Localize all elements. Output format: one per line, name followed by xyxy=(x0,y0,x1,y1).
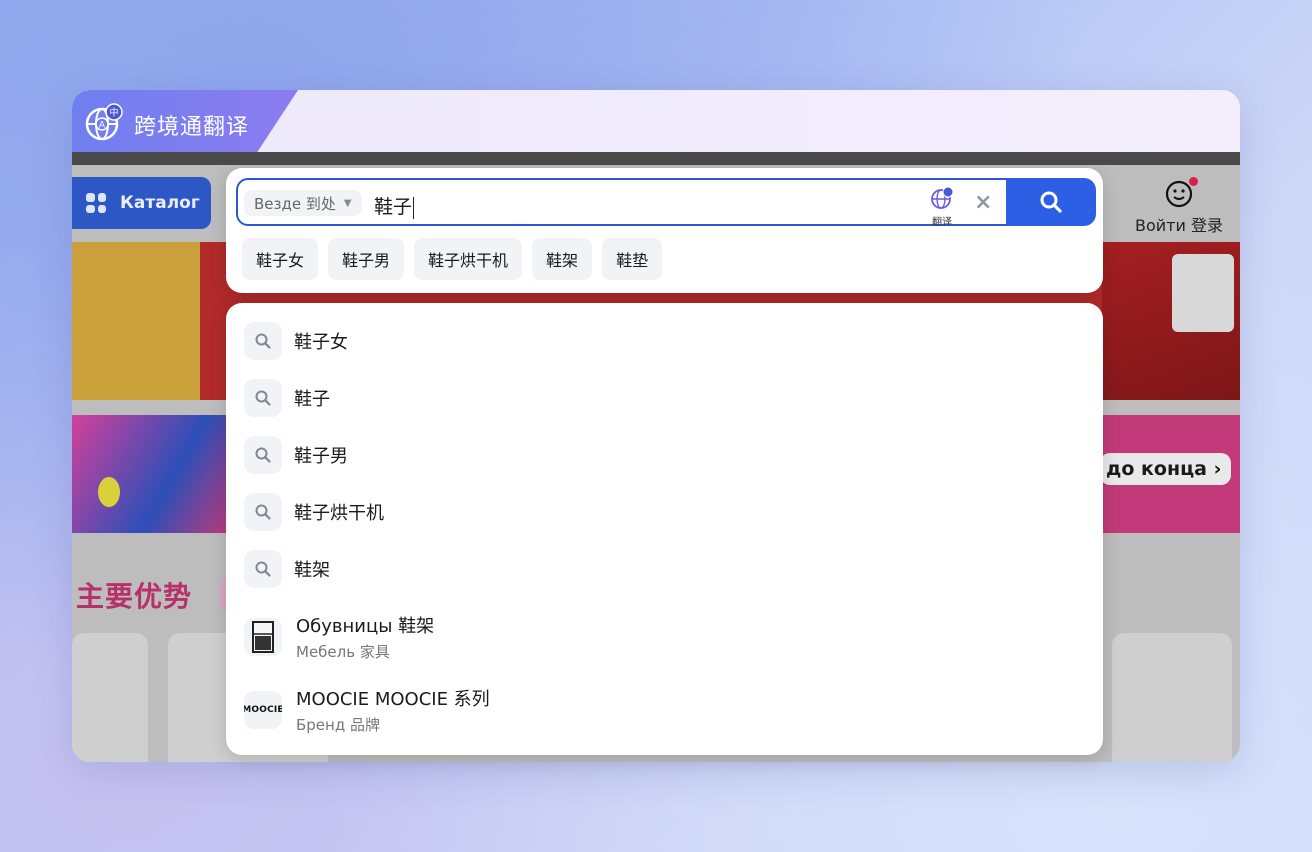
suggestion-subtitle: Мебель 家具 xyxy=(296,643,390,661)
scope-label: Везде 到处 xyxy=(254,194,336,213)
brand-logo: MOOCIE xyxy=(244,691,282,729)
search-icon xyxy=(244,493,282,531)
search-chip[interactable]: 鞋子男 xyxy=(328,238,405,280)
suggestion-item[interactable]: 鞋子 xyxy=(244,378,330,418)
product-card[interactable] xyxy=(72,633,148,762)
suggestion-text: 鞋子女 xyxy=(294,332,348,353)
banner-cta[interactable]: до конца › xyxy=(1100,453,1232,485)
smiley-icon xyxy=(1164,177,1198,209)
search-button[interactable] xyxy=(1006,178,1096,226)
product-card[interactable] xyxy=(1112,633,1232,762)
plugin-title: 跨境通翻译 xyxy=(134,115,250,140)
catalog-label: Каталог xyxy=(120,193,200,213)
svg-text:中: 中 xyxy=(109,107,118,119)
shoe-rack-thumbnail xyxy=(244,618,282,656)
brand-logo-text: MOOCIE xyxy=(244,705,282,715)
suggestion-item[interactable]: 鞋子烘干机 xyxy=(244,492,384,532)
suggestion-text: 鞋子男 xyxy=(294,446,348,467)
browser-toolbar-strip xyxy=(72,152,1240,165)
search-chip[interactable]: 鞋子烘干机 xyxy=(414,238,523,280)
svg-text:A: A xyxy=(99,121,106,131)
search-input-box[interactable]: Везде 到处 ▼ 鞋子 翻译 × xyxy=(236,178,1096,228)
suggestion-item[interactable]: 鞋架 xyxy=(244,549,330,589)
suggestion-text: 鞋子烘干机 xyxy=(294,503,384,524)
search-icon xyxy=(1040,191,1062,213)
plugin-bar: A 中 跨境通翻译 xyxy=(72,90,1240,152)
suggestion-subtitle: Бренд 品牌 xyxy=(296,716,380,734)
suggestion-title: Обувницы 鞋架 xyxy=(296,616,435,637)
translate-globe-icon xyxy=(931,186,954,209)
search-chip[interactable]: 鞋垫 xyxy=(602,238,663,280)
search-icon xyxy=(244,379,282,417)
grid-icon xyxy=(86,193,106,213)
search-icon xyxy=(244,436,282,474)
search-query-text: 鞋子 xyxy=(374,196,413,218)
appliance-image xyxy=(1172,254,1234,332)
banner-decoration xyxy=(72,415,232,533)
clear-icon[interactable]: × xyxy=(974,190,992,215)
translate-button[interactable]: 翻译 xyxy=(928,186,956,228)
text-cursor xyxy=(413,196,415,219)
suggestion-title: MOOCIE MOOCIE 系列 xyxy=(296,689,490,710)
search-chip[interactable]: 鞋子女 xyxy=(242,238,319,280)
search-icon xyxy=(244,322,282,360)
lightbulb-image xyxy=(98,477,120,507)
translate-label: 翻译 xyxy=(932,217,952,228)
brand-suggestion[interactable]: MOOCIE MOOCIE MOOCIE 系列 Бренд 品牌 xyxy=(244,687,490,734)
category-suggestion[interactable]: Обувницы 鞋架 Мебель 家具 xyxy=(244,614,435,661)
search-chips: 鞋子女 鞋子男 鞋子烘干机 鞋架 鞋垫 xyxy=(242,238,663,280)
chevron-down-icon: ▼ xyxy=(343,197,352,209)
suggestion-item[interactable]: 鞋子男 xyxy=(244,435,348,475)
notification-dot xyxy=(1189,177,1198,186)
search-scope-select[interactable]: Везде 到处 ▼ xyxy=(244,190,362,216)
search-input[interactable]: 鞋子 xyxy=(374,192,415,219)
search-icon xyxy=(244,550,282,588)
chevron-right-icon: › xyxy=(1213,458,1222,480)
banner-cta-label: до конца xyxy=(1106,458,1207,480)
banner-yellow-panel xyxy=(72,242,200,400)
suggestion-text: 鞋架 xyxy=(294,560,330,581)
suggestion-item[interactable]: 鞋子女 xyxy=(244,321,348,361)
suggestion-text: 鞋子 xyxy=(294,389,330,410)
login-label: Войти 登录 xyxy=(1135,216,1223,235)
catalog-button[interactable]: Каталог xyxy=(72,177,211,229)
suggestions-dropdown: 鞋子女 鞋子 鞋子男 鞋子烘干机 鞋架 Обувницы 鞋架 Мебель 家… xyxy=(226,303,1103,755)
login-button[interactable]: Войти 登录 xyxy=(1134,177,1224,236)
translate-globe-icon: A 中 xyxy=(84,102,124,142)
search-chip[interactable]: 鞋架 xyxy=(532,238,593,280)
search-panel: Везде 到处 ▼ 鞋子 翻译 × 鞋子女 鞋子男 鞋子烘干机 鞋架 鞋垫 xyxy=(226,168,1103,293)
section-title: 主要优势 xyxy=(76,580,193,613)
